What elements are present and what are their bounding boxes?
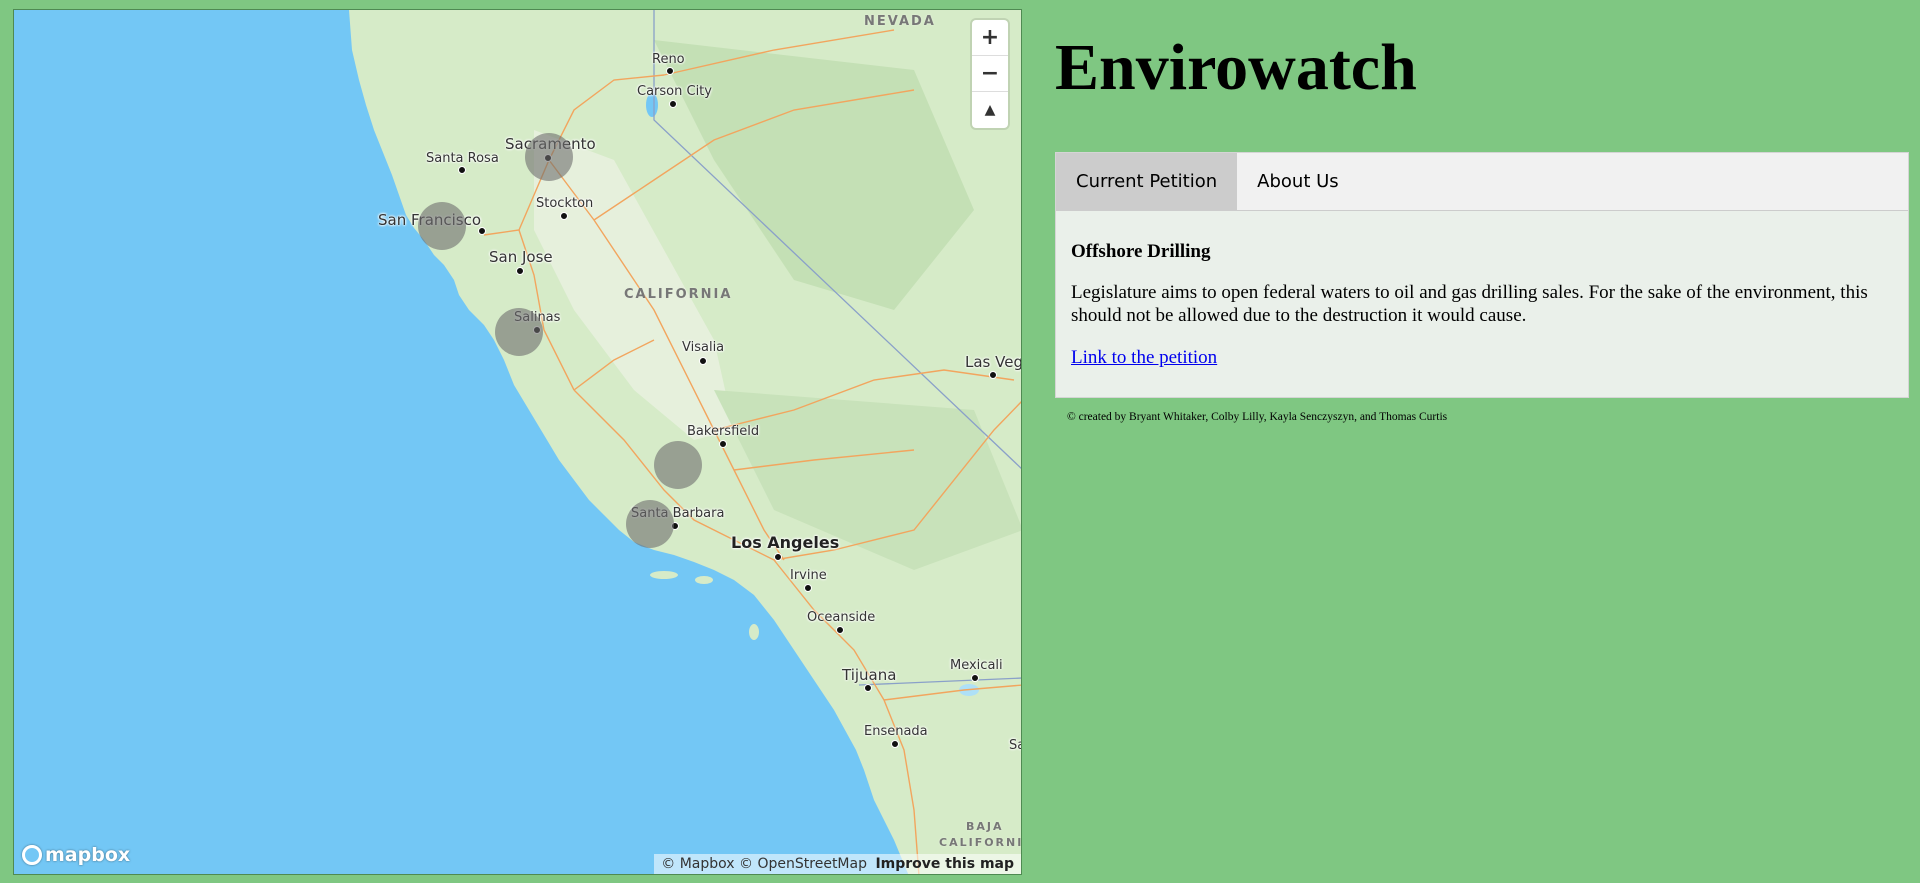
mapbox-logo-icon	[22, 845, 42, 865]
city-label-stockton: Stockton	[536, 196, 594, 211]
city-label-reno: Reno	[652, 52, 685, 67]
city-dot-los-angeles	[774, 553, 782, 561]
city-label-las-vegas: Las Vegas	[965, 353, 1021, 371]
city-dot-carson-city	[669, 100, 677, 108]
city-dot-irvine	[804, 584, 812, 592]
zoom-in-button[interactable]: +	[972, 20, 1008, 56]
petition-panel: Current Petition About Us Offshore Drill…	[1055, 152, 1909, 398]
city-label-los-angeles: Los Angeles	[731, 533, 840, 552]
city-label-irvine: Irvine	[790, 568, 827, 583]
region-label-nevada: NEVADA	[864, 14, 936, 29]
city-dot-oceanside	[836, 626, 844, 634]
petition-marker-san-francisco[interactable]	[418, 202, 466, 250]
petition-marker-salinas[interactable]	[495, 308, 543, 356]
city-label-carson-city: Carson City	[637, 84, 712, 99]
improve-map-link[interactable]: Improve this map	[875, 856, 1014, 872]
zoom-out-button[interactable]: −	[972, 56, 1008, 92]
mapbox-attribution-link[interactable]: © Mapbox	[661, 856, 734, 872]
mapbox-logo-text: mapbox	[45, 844, 131, 866]
city-label-visalia: Visalia	[682, 340, 725, 355]
tab-current-petition[interactable]: Current Petition	[1056, 153, 1238, 210]
region-label-california: CALIFORNIA	[624, 287, 733, 302]
city-dot-reno	[666, 67, 674, 75]
city-dot-las-vegas	[989, 371, 997, 379]
map[interactable]: NEVADA CALIFORNIA BAJA CALIFORNIA Reno C…	[13, 9, 1022, 875]
city-label-sa: Sa	[1009, 738, 1021, 753]
city-label-tijuana: Tijuana	[842, 666, 897, 684]
map-navigation-control: + − ▲	[972, 20, 1008, 128]
city-label-ensenada: Ensenada	[864, 724, 928, 739]
city-dot-ensenada	[891, 740, 899, 748]
city-dot-visalia	[699, 357, 707, 365]
region-label-baja-california: CALIFORNIA	[939, 836, 1021, 849]
map-attribution: © Mapbox © OpenStreetMap Improve this ma…	[654, 854, 1021, 874]
petition-marker-sacramento[interactable]	[525, 133, 573, 181]
petition-title: Offshore Drilling	[1071, 241, 1211, 262]
city-dot-mexicali	[971, 674, 979, 682]
city-label-mexicali: Mexicali	[950, 658, 1003, 673]
city-label-santa-rosa: Santa Rosa	[426, 151, 499, 166]
city-dot-stockton	[560, 212, 568, 220]
petition-description: Legislature aims to open federal waters …	[1071, 282, 1868, 326]
page-title: Envirowatch	[1055, 31, 1417, 104]
compass-button[interactable]: ▲	[972, 92, 1008, 128]
petition-link[interactable]: Link to the petition	[1071, 347, 1217, 368]
city-dot-bakersfield	[719, 440, 727, 448]
city-label-bakersfield: Bakersfield	[687, 424, 760, 439]
city-label-san-jose: San Jose	[489, 248, 553, 266]
region-label-baja: BAJA	[966, 820, 1004, 833]
petition-marker-bakersfield[interactable]	[654, 441, 702, 489]
tab-bar: Current Petition About Us	[1056, 153, 1908, 211]
city-dot-san-jose	[516, 267, 524, 275]
petition-marker-santa-barbara[interactable]	[626, 500, 674, 548]
osm-attribution-link[interactable]: © OpenStreetMap	[739, 856, 867, 872]
tab-about-us[interactable]: About Us	[1237, 153, 1359, 210]
city-dot-tijuana	[864, 684, 872, 692]
tab-content: Offshore Drilling Legislature aims to op…	[1056, 211, 1908, 383]
footer-credit: © created by Bryant Whitaker, Colby Lill…	[1067, 411, 1448, 423]
city-dot-santa-rosa	[458, 166, 466, 174]
mapbox-logo[interactable]: mapbox	[22, 844, 130, 866]
city-label-oceanside: Oceanside	[807, 610, 876, 625]
